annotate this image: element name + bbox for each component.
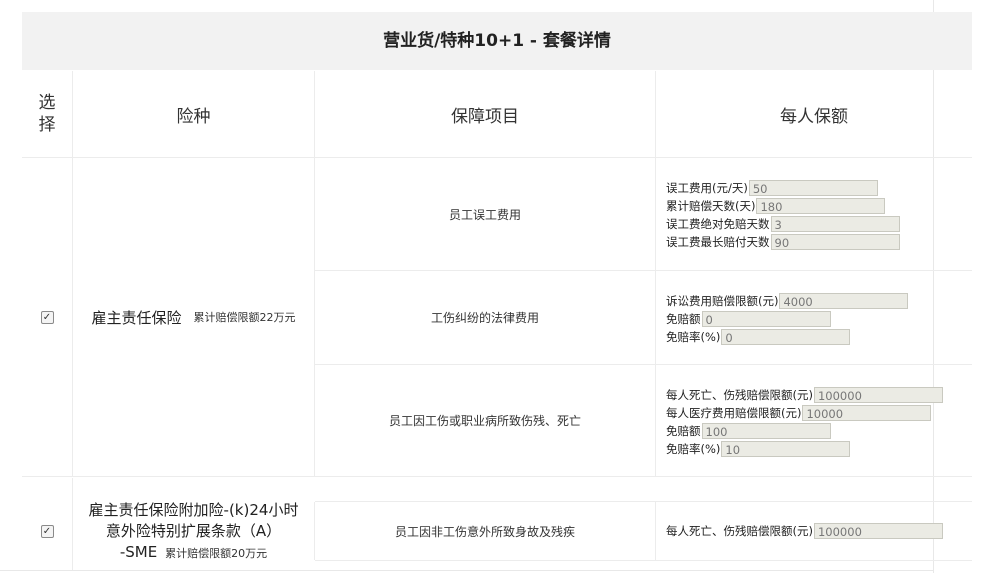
field-input[interactable]: 90: [770, 234, 900, 250]
field-input[interactable]: 4000: [779, 293, 909, 309]
field-label: 每人死亡、伤残赔偿限额(元): [666, 388, 813, 402]
field-input[interactable]: 100000: [813, 523, 943, 539]
field-row: 误工费最长赔付天数 90: [666, 233, 900, 251]
field-input[interactable]: 100: [701, 423, 831, 439]
field-input[interactable]: 0: [701, 311, 831, 327]
coverage-fields: 诉讼费用赔偿限额(元) 4000 免赔额 0 免赔率(%) 0: [666, 292, 909, 346]
coverage-item-cell: 员工因工伤或职业病所致伤残、死亡: [315, 365, 655, 476]
insurance-type-name: 雇主责任保险: [91, 308, 182, 327]
grid-line: [22, 476, 972, 477]
page-bottom-border: [0, 570, 933, 571]
grid-line: [655, 71, 656, 476]
field-label: 诉讼费用赔偿限额(元): [666, 294, 779, 308]
field-row: 免赔额 0: [666, 310, 908, 328]
field-label: 误工费最长赔付天数: [666, 235, 770, 249]
coverage-fields: 误工费用(元/天) 50 累计赔偿天数(天) 180 误工费绝对免赔天数 3 误…: [666, 179, 900, 251]
insurance-type-name-line3: -SME: [119, 543, 158, 561]
coverage-item-label: 工伤纠纷的法律费用: [430, 311, 539, 325]
cumulative-limit: 累计赔偿限额22万元: [193, 311, 296, 324]
field-row: 每人死亡、伤残赔偿限额(元) 100000: [666, 522, 943, 540]
header-select: 选 择: [22, 71, 72, 157]
page-title: 营业货/特种10+1 - 套餐详情: [22, 12, 972, 70]
coverage-item-label: 员工因非工伤意外所致身故及残疾: [394, 524, 575, 539]
field-label: 累计赔偿天数(天): [666, 199, 756, 213]
field-row: 每人医疗费用赔偿限额(元) 10000: [666, 404, 943, 422]
field-row: 免赔额 100: [666, 422, 943, 440]
coverage-item-cell: 工伤纠纷的法律费用: [315, 271, 655, 364]
header-select-line1: 选: [38, 93, 56, 113]
field-label: 误工费用(元/天): [666, 181, 748, 195]
coverage-item-cell: 员工误工费用: [315, 158, 655, 270]
coverage-fields: 每人死亡、伤残赔偿限额(元) 100000: [666, 522, 943, 540]
field-row: 免赔率(%) 10: [666, 440, 943, 458]
field-label: 免赔率(%): [666, 442, 721, 456]
coverage-fields: 每人死亡、伤残赔偿限额(元) 100000 每人医疗费用赔偿限额(元) 1000…: [666, 386, 943, 458]
row-checkbox[interactable]: ✓: [40, 310, 54, 324]
field-input[interactable]: 50: [748, 180, 878, 196]
field-input[interactable]: 3: [770, 216, 900, 232]
header-insurance-type: 险种: [176, 106, 211, 127]
row-checkbox[interactable]: ✓: [40, 524, 54, 538]
field-label: 每人死亡、伤残赔偿限额(元): [666, 524, 813, 538]
field-row: 免赔率(%) 0: [666, 328, 908, 346]
field-label: 每人医疗费用赔偿限额(元): [666, 406, 802, 420]
cumulative-limit: 累计赔偿限额20万元: [165, 547, 268, 560]
coverage-item-label: 员工误工费用: [448, 207, 521, 222]
field-input[interactable]: 100000: [813, 387, 943, 403]
coverage-item-cell: 员工因非工伤意外所致身故及残疾: [315, 502, 655, 560]
grid-line: [315, 560, 972, 561]
field-row: 诉讼费用赔偿限额(元) 4000: [666, 292, 909, 310]
field-row: 累计赔偿天数(天) 180: [666, 197, 900, 215]
field-label: 免赔率(%): [666, 330, 721, 344]
row-select-cell: ✓: [22, 158, 72, 476]
field-input[interactable]: 0: [721, 329, 851, 345]
field-label: 免赔额: [666, 312, 701, 326]
field-input[interactable]: 180: [756, 198, 886, 214]
header-select-line2: 择: [38, 115, 56, 135]
field-row: 误工费绝对免赔天数 3: [666, 215, 900, 233]
field-row: 每人死亡、伤残赔偿限额(元) 100000: [666, 386, 943, 404]
insurance-type-cell: 雇主责任保险 累计赔偿限额22万元: [73, 158, 314, 476]
insurance-type-name-line2: 意外险特别扩展条款（A）: [105, 522, 282, 540]
header-per-person-amount: 每人保额: [780, 106, 848, 127]
field-label: 误工费绝对免赔天数: [666, 217, 770, 231]
coverage-item-label: 员工因工伤或职业病所致伤残、死亡: [388, 414, 581, 428]
header-coverage-item: 保障项目: [451, 106, 519, 127]
field-label: 免赔额: [666, 424, 701, 438]
field-input[interactable]: 10000: [802, 405, 932, 421]
field-input[interactable]: 10: [721, 441, 851, 457]
row-select-cell: ✓: [22, 478, 72, 584]
insurance-type-cell: 雇主责任保险附加险-(k)24小时 意外险特别扩展条款（A） -SME 累计赔偿限…: [73, 500, 314, 564]
field-row: 误工费用(元/天) 50: [666, 179, 900, 197]
insurance-type-name-line1: 雇主责任保险附加险-(k)24小时: [88, 501, 299, 519]
grid-line: [655, 502, 656, 560]
